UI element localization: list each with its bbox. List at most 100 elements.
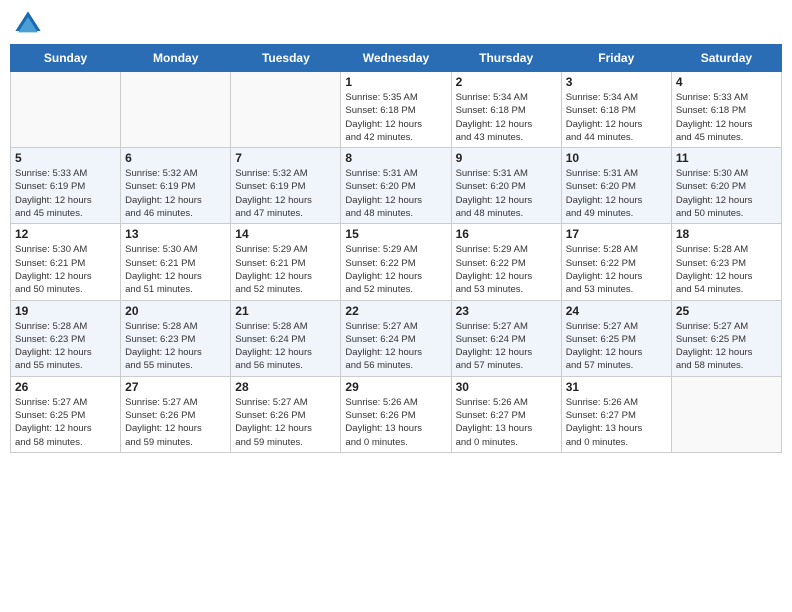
calendar-cell: 26 Sunrise: 5:27 AM Sunset: 6:25 PM Dayli… [11,376,121,452]
day-info: Sunrise: 5:30 AM Sunset: 6:20 PM Dayligh… [676,167,777,220]
page-header [10,10,782,38]
day-info: Sunrise: 5:27 AM Sunset: 6:26 PM Dayligh… [125,396,226,449]
day-number: 4 [676,75,777,89]
day-info: Sunrise: 5:27 AM Sunset: 6:24 PM Dayligh… [345,320,446,373]
day-number: 18 [676,227,777,241]
day-info: Sunrise: 5:30 AM Sunset: 6:21 PM Dayligh… [15,243,116,296]
day-number: 9 [456,151,557,165]
day-number: 14 [235,227,336,241]
calendar-table: SundayMondayTuesdayWednesdayThursdayFrid… [10,44,782,453]
day-info: Sunrise: 5:28 AM Sunset: 6:24 PM Dayligh… [235,320,336,373]
calendar-cell [231,72,341,148]
day-number: 29 [345,380,446,394]
day-number: 1 [345,75,446,89]
day-number: 26 [15,380,116,394]
logo [14,10,46,38]
calendar-cell: 19 Sunrise: 5:28 AM Sunset: 6:23 PM Dayli… [11,300,121,376]
day-number: 10 [566,151,667,165]
day-info: Sunrise: 5:31 AM Sunset: 6:20 PM Dayligh… [456,167,557,220]
day-number: 16 [456,227,557,241]
calendar-cell: 18 Sunrise: 5:28 AM Sunset: 6:23 PM Dayli… [671,224,781,300]
calendar-cell: 1Sunrise: 5:35 AM Sunset: 6:18 PM Daylig… [341,72,451,148]
day-info: Sunrise: 5:29 AM Sunset: 6:22 PM Dayligh… [456,243,557,296]
weekday-header: Sunday [11,45,121,72]
calendar-cell: 14 Sunrise: 5:29 AM Sunset: 6:21 PM Dayli… [231,224,341,300]
weekday-header: Wednesday [341,45,451,72]
calendar-cell: 31 Sunrise: 5:26 AM Sunset: 6:27 PM Dayli… [561,376,671,452]
calendar-cell: 23Sunrise: 5:27 AM Sunset: 6:24 PM Dayli… [451,300,561,376]
calendar-cell: 8 Sunrise: 5:31 AM Sunset: 6:20 PM Daylig… [341,148,451,224]
day-number: 8 [345,151,446,165]
day-number: 31 [566,380,667,394]
calendar-cell [11,72,121,148]
day-info: Sunrise: 5:27 AM Sunset: 6:24 PM Dayligh… [456,320,557,373]
calendar-header: SundayMondayTuesdayWednesdayThursdayFrid… [11,45,782,72]
day-info: Sunrise: 5:28 AM Sunset: 6:23 PM Dayligh… [15,320,116,373]
calendar-cell: 25 Sunrise: 5:27 AM Sunset: 6:25 PM Dayli… [671,300,781,376]
day-info: Sunrise: 5:28 AM Sunset: 6:23 PM Dayligh… [125,320,226,373]
day-info: Sunrise: 5:27 AM Sunset: 6:25 PM Dayligh… [15,396,116,449]
calendar-cell: 16 Sunrise: 5:29 AM Sunset: 6:22 PM Dayli… [451,224,561,300]
calendar-cell: 30Sunrise: 5:26 AM Sunset: 6:27 PM Dayli… [451,376,561,452]
calendar-cell: 3Sunrise: 5:34 AM Sunset: 6:18 PM Daylig… [561,72,671,148]
calendar-week-row: 12 Sunrise: 5:30 AM Sunset: 6:21 PM Dayli… [11,224,782,300]
calendar-cell: 17 Sunrise: 5:28 AM Sunset: 6:22 PM Dayli… [561,224,671,300]
day-number: 19 [15,304,116,318]
day-number: 6 [125,151,226,165]
day-info: Sunrise: 5:27 AM Sunset: 6:25 PM Dayligh… [676,320,777,373]
day-info: Sunrise: 5:26 AM Sunset: 6:27 PM Dayligh… [566,396,667,449]
day-number: 12 [15,227,116,241]
day-number: 7 [235,151,336,165]
calendar-cell [121,72,231,148]
day-info: Sunrise: 5:33 AM Sunset: 6:19 PM Dayligh… [15,167,116,220]
calendar-cell: 27 Sunrise: 5:27 AM Sunset: 6:26 PM Dayli… [121,376,231,452]
weekday-header: Friday [561,45,671,72]
day-number: 25 [676,304,777,318]
day-info: Sunrise: 5:27 AM Sunset: 6:26 PM Dayligh… [235,396,336,449]
day-info: Sunrise: 5:29 AM Sunset: 6:21 PM Dayligh… [235,243,336,296]
calendar-cell: 10 Sunrise: 5:31 AM Sunset: 6:20 PM Dayli… [561,148,671,224]
calendar-week-row: 19 Sunrise: 5:28 AM Sunset: 6:23 PM Dayli… [11,300,782,376]
calendar-cell: 6 Sunrise: 5:32 AM Sunset: 6:19 PM Daylig… [121,148,231,224]
day-info: Sunrise: 5:30 AM Sunset: 6:21 PM Dayligh… [125,243,226,296]
day-number: 27 [125,380,226,394]
calendar-week-row: 5 Sunrise: 5:33 AM Sunset: 6:19 PM Daylig… [11,148,782,224]
day-number: 28 [235,380,336,394]
day-info: Sunrise: 5:32 AM Sunset: 6:19 PM Dayligh… [125,167,226,220]
day-number: 11 [676,151,777,165]
calendar-cell: 29 Sunrise: 5:26 AM Sunset: 6:26 PM Dayli… [341,376,451,452]
day-number: 30 [456,380,557,394]
calendar-body: 1Sunrise: 5:35 AM Sunset: 6:18 PM Daylig… [11,72,782,453]
day-info: Sunrise: 5:28 AM Sunset: 6:22 PM Dayligh… [566,243,667,296]
day-number: 21 [235,304,336,318]
day-number: 22 [345,304,446,318]
calendar-cell: 24 Sunrise: 5:27 AM Sunset: 6:25 PM Dayli… [561,300,671,376]
calendar-cell: 9 Sunrise: 5:31 AM Sunset: 6:20 PM Daylig… [451,148,561,224]
day-number: 5 [15,151,116,165]
day-number: 20 [125,304,226,318]
day-info: Sunrise: 5:29 AM Sunset: 6:22 PM Dayligh… [345,243,446,296]
day-number: 17 [566,227,667,241]
day-info: Sunrise: 5:33 AM Sunset: 6:18 PM Dayligh… [676,91,777,144]
weekday-header-row: SundayMondayTuesdayWednesdayThursdayFrid… [11,45,782,72]
day-number: 15 [345,227,446,241]
weekday-header: Thursday [451,45,561,72]
day-info: Sunrise: 5:26 AM Sunset: 6:26 PM Dayligh… [345,396,446,449]
calendar-cell: 4 Sunrise: 5:33 AM Sunset: 6:18 PM Daylig… [671,72,781,148]
calendar-cell: 28 Sunrise: 5:27 AM Sunset: 6:26 PM Dayli… [231,376,341,452]
weekday-header: Tuesday [231,45,341,72]
calendar-week-row: 1Sunrise: 5:35 AM Sunset: 6:18 PM Daylig… [11,72,782,148]
calendar-cell [671,376,781,452]
calendar-cell: 21 Sunrise: 5:28 AM Sunset: 6:24 PM Dayli… [231,300,341,376]
day-info: Sunrise: 5:27 AM Sunset: 6:25 PM Dayligh… [566,320,667,373]
day-info: Sunrise: 5:31 AM Sunset: 6:20 PM Dayligh… [345,167,446,220]
day-number: 3 [566,75,667,89]
calendar-cell: 13 Sunrise: 5:30 AM Sunset: 6:21 PM Dayli… [121,224,231,300]
calendar-cell: 7Sunrise: 5:32 AM Sunset: 6:19 PM Daylig… [231,148,341,224]
day-number: 24 [566,304,667,318]
calendar-cell: 15 Sunrise: 5:29 AM Sunset: 6:22 PM Dayli… [341,224,451,300]
day-number: 13 [125,227,226,241]
day-info: Sunrise: 5:31 AM Sunset: 6:20 PM Dayligh… [566,167,667,220]
day-info: Sunrise: 5:28 AM Sunset: 6:23 PM Dayligh… [676,243,777,296]
weekday-header: Saturday [671,45,781,72]
